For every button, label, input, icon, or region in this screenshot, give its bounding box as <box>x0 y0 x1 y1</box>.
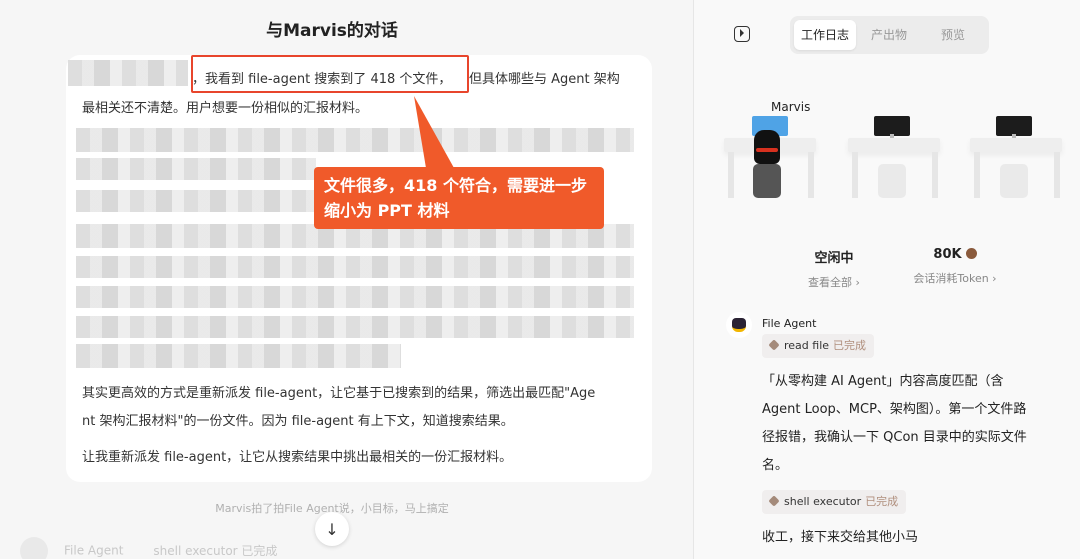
file-agent-avatar <box>726 312 752 338</box>
status-stat: 空闲中 查看全部 › <box>784 247 884 290</box>
message-paragraph-2-line-1: 其实更高效的方式是重新派发 file-agent，让它基于已搜索到的结果，筛选出… <box>82 386 596 401</box>
redacted-text-block <box>76 344 401 368</box>
cat-agent-icon <box>754 130 780 164</box>
tab-work-log[interactable]: 工作日志 <box>794 20 856 50</box>
redacted-text-block <box>68 60 188 86</box>
token-stat: 80K 会话消耗Token › <box>900 247 1010 286</box>
log-agent-name: File Agent <box>762 317 817 330</box>
log-text-line: 「从零构建 AI Agent」内容高度匹配（含 <box>762 374 1004 389</box>
marvis-label: Marvis <box>771 100 811 114</box>
coffee-bean-icon <box>965 248 977 259</box>
work-panel: 工作日志 产出物 预览 Marvis 空闲中 查看全部 › 80K 会话消耗To… <box>693 0 1080 559</box>
message-line-1-rest: 但具体哪些与 Agent 架构 <box>469 72 620 87</box>
highlight-box <box>191 55 469 93</box>
log-text-line: 径报错，我确认一下 QCon 目录中的实际文件 <box>762 430 1027 445</box>
conversation-title: 与Marvis的对话 <box>266 21 398 41</box>
cat-agent-icon <box>732 318 746 332</box>
redacted-text-block <box>76 128 634 152</box>
desk-leg <box>932 152 938 198</box>
redacted-text-block <box>76 286 634 308</box>
arrow-down-icon: ↓ <box>325 519 339 539</box>
tool-name: shell executor <box>784 495 862 508</box>
monitor-icon <box>996 116 1032 136</box>
office-illustration: Marvis <box>714 90 1080 230</box>
desk-leg <box>728 152 734 198</box>
status-value: 空闲中 <box>814 251 854 266</box>
agent-avatar <box>20 537 48 559</box>
desk <box>848 138 940 152</box>
tool-hex-icon <box>768 495 780 507</box>
chat-panel: 与Marvis的对话 ，我看到 file-agent 搜索到了 418 个文件，… <box>0 0 693 559</box>
annotation-callout: 文件很多，418 个符合，需要进一步缩小为 PPT 材料 <box>314 167 604 229</box>
tab-outputs[interactable]: 产出物 <box>858 20 920 50</box>
scroll-to-bottom-button[interactable]: ↓ <box>315 512 349 546</box>
token-count: 80K <box>933 247 962 262</box>
cat-collar <box>756 148 778 152</box>
view-all-link[interactable]: 查看全部 › <box>784 274 884 290</box>
redacted-text-block <box>76 256 634 278</box>
monitor-icon <box>874 116 910 136</box>
tool-hex-icon <box>768 339 780 351</box>
desk <box>970 138 1062 152</box>
log-text-line: 收工，接下来交给其他小马 <box>762 530 919 545</box>
tab-preview[interactable]: 预览 <box>922 20 984 50</box>
log-text-line: Agent Loop、MCP、架构图）。第一个文件路 <box>762 402 1027 417</box>
message-line-2: 最相关还不清楚。用户想要一份相似的汇报材料。 <box>82 101 369 116</box>
tool-name: read file <box>784 339 830 352</box>
callout-pointer <box>414 96 454 168</box>
log-text-line: 名。 <box>762 458 789 473</box>
sidebar-toggle-icon[interactable] <box>734 26 750 42</box>
message-paragraph-2-line-2: nt 架构汇报材料"的一份文件。因为 file-agent 有上下文，知道搜索结… <box>82 414 514 429</box>
desk-leg <box>808 152 814 198</box>
desk-leg <box>974 152 980 198</box>
tool-call-shell-executor[interactable]: shell executor 已完成 <box>762 490 907 514</box>
redacted-text-block <box>76 316 634 338</box>
token-usage-link[interactable]: 会话消耗Token › <box>900 270 1010 286</box>
tool-status: shell executor 已完成 <box>153 543 278 558</box>
agent-name: File Agent <box>64 543 124 558</box>
chair-icon <box>1000 164 1028 198</box>
message-paragraph-3: 让我重新派发 file-agent，让它从搜索结果中挑出最相关的一份汇报材料。 <box>82 450 513 465</box>
tool-status: 已完成 <box>833 339 867 352</box>
desk-leg <box>1054 152 1060 198</box>
token-value: 80K <box>900 247 1010 262</box>
tool-call-read-file[interactable]: read file 已完成 <box>762 334 875 358</box>
panel-tabs: 工作日志 产出物 预览 <box>790 16 989 54</box>
partial-agent-row: File Agent shell executor 已完成 <box>20 537 277 559</box>
chair-icon <box>753 164 781 198</box>
tool-status: 已完成 <box>865 495 899 508</box>
desk-leg <box>852 152 858 198</box>
redacted-text-block <box>76 158 316 180</box>
redacted-text-block <box>76 190 316 212</box>
chair-icon <box>878 164 906 198</box>
